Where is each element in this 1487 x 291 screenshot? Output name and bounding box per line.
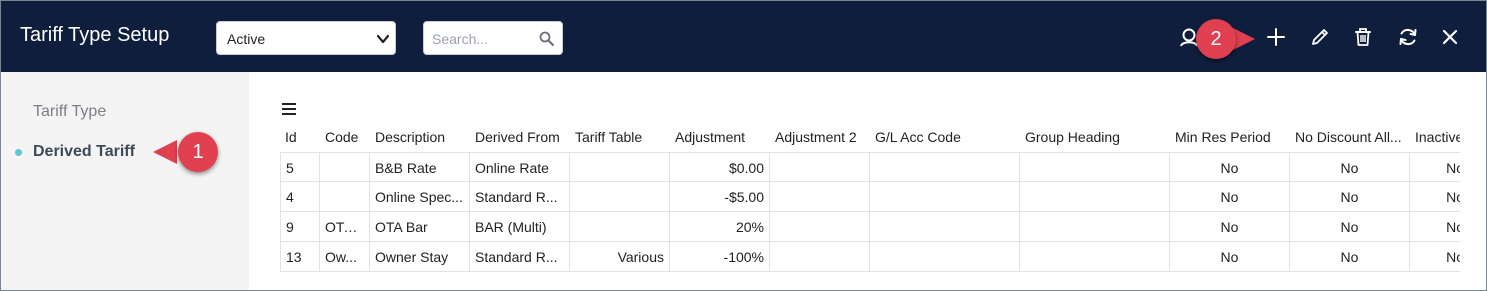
column-header-code[interactable]: Code — [320, 126, 370, 151]
cell-description: Owner Stay — [370, 242, 470, 272]
cell-id: 9 — [280, 212, 320, 242]
cell-group-heading — [1020, 212, 1170, 242]
cell-min-res-period: No — [1170, 212, 1290, 242]
top-bar: Tariff Type Setup Active Search... — [1, 1, 1486, 72]
column-header-gl-acc-code[interactable]: G/L Acc Code — [870, 126, 1020, 151]
cell-group-heading — [1020, 152, 1170, 182]
cell-no-discount: No — [1290, 182, 1410, 212]
cell-adjustment: 20% — [670, 212, 770, 242]
table-header-row: Id Code Description Derived From Tariff … — [280, 126, 1460, 151]
close-icon[interactable] — [1439, 26, 1461, 48]
table-row[interactable]: 4Online Spec...Standard R...-$5.00NoNoNo — [280, 182, 1460, 212]
sidebar-item-tariff-type[interactable]: Tariff Type — [33, 103, 106, 121]
cell-inactive: No — [1410, 242, 1460, 272]
search-box[interactable]: Search... — [423, 21, 563, 55]
table-row[interactable]: 5B&B RateOnline Rate$0.00NoNoNo — [280, 152, 1460, 182]
cell-code — [320, 182, 370, 212]
cell-inactive: No — [1410, 152, 1460, 182]
search-input[interactable]: Search... — [432, 31, 488, 47]
column-menu-icon[interactable] — [281, 102, 297, 116]
cell-inactive: No — [1410, 212, 1460, 242]
cell-adjustment-2 — [770, 242, 870, 272]
cell-no-discount: No — [1290, 152, 1410, 182]
cell-group-heading — [1020, 182, 1170, 212]
chevron-down-icon — [377, 34, 389, 44]
cell-adjustment-2 — [770, 182, 870, 212]
cell-derived-from: BAR (Multi) — [470, 212, 570, 242]
cell-id: 4 — [280, 182, 320, 212]
column-header-id[interactable]: Id — [280, 126, 320, 151]
status-filter-value: Active — [227, 31, 266, 47]
cell-no-discount: No — [1290, 212, 1410, 242]
cell-code: OTA... — [320, 212, 370, 242]
callout-1-badge: 1 — [178, 132, 218, 172]
cell-tariff-table: Various — [570, 242, 670, 272]
cell-adjustment-2 — [770, 152, 870, 182]
column-header-inactive[interactable]: Inactive — [1410, 126, 1460, 151]
cell-description: Online Spec... — [370, 182, 470, 212]
cell-adjustment: -$5.00 — [670, 182, 770, 212]
cell-inactive: No — [1410, 182, 1460, 212]
page-title: Tariff Type Setup — [20, 24, 170, 46]
cell-gl-acc-code — [870, 152, 1020, 182]
cell-derived-from: Online Rate — [470, 152, 570, 182]
cell-code — [320, 152, 370, 182]
column-header-group-heading[interactable]: Group Heading — [1020, 126, 1170, 151]
table-row[interactable]: 9OTA...OTA BarBAR (Multi)20%NoNoNo — [280, 212, 1460, 242]
cell-tariff-table — [570, 212, 670, 242]
cell-description: B&B Rate — [370, 152, 470, 182]
plus-icon[interactable] — [1265, 26, 1287, 48]
cell-gl-acc-code — [870, 212, 1020, 242]
cell-description: OTA Bar — [370, 212, 470, 242]
column-header-description[interactable]: Description — [370, 126, 470, 151]
column-header-adjustment[interactable]: Adjustment — [670, 126, 770, 151]
column-header-tariff-table[interactable]: Tariff Table — [570, 126, 670, 151]
derived-tariff-table: Id Code Description Derived From Tariff … — [280, 126, 1460, 272]
status-filter-select[interactable]: Active — [216, 21, 396, 55]
cell-adjustment-2 — [770, 212, 870, 242]
cell-derived-from: Standard R... — [470, 182, 570, 212]
cell-no-discount: No — [1290, 242, 1410, 272]
column-header-no-discount[interactable]: No Discount All... — [1290, 126, 1410, 151]
cell-min-res-period: No — [1170, 152, 1290, 182]
cell-group-heading — [1020, 242, 1170, 272]
callout-1-pointer — [153, 140, 177, 164]
search-icon — [539, 31, 554, 46]
callout-2-badge: 2 — [1196, 19, 1236, 59]
cell-derived-from: Standard R... — [470, 242, 570, 272]
column-header-derived-from[interactable]: Derived From — [470, 126, 570, 151]
cell-min-res-period: No — [1170, 242, 1290, 272]
column-header-min-res-period[interactable]: Min Res Period — [1170, 126, 1290, 151]
main-panel: Id Code Description Derived From Tariff … — [249, 72, 1486, 290]
cell-tariff-table — [570, 182, 670, 212]
cell-adjustment: -100% — [670, 242, 770, 272]
column-header-adjustment-2[interactable]: Adjustment 2 — [770, 126, 870, 151]
cell-id: 5 — [280, 152, 320, 182]
cell-adjustment: $0.00 — [670, 152, 770, 182]
cell-tariff-table — [570, 152, 670, 182]
sidebar: Tariff Type Derived Tariff — [1, 72, 249, 290]
cell-code: Ow... — [320, 242, 370, 272]
app-window: Tariff Type Setup Active Search... 2 Tar… — [0, 0, 1487, 291]
sidebar-item-derived-tariff[interactable]: Derived Tariff — [33, 143, 135, 161]
refresh-icon[interactable] — [1397, 26, 1419, 48]
trash-icon[interactable] — [1352, 26, 1374, 48]
cell-gl-acc-code — [870, 182, 1020, 212]
cell-min-res-period: No — [1170, 182, 1290, 212]
cell-id: 13 — [280, 242, 320, 272]
table-row[interactable]: 13 Ow... Owner Stay Standard R... Various -10… — [280, 242, 1460, 272]
pencil-icon[interactable] — [1309, 26, 1331, 48]
cell-gl-acc-code — [870, 242, 1020, 272]
active-indicator — [15, 149, 22, 156]
